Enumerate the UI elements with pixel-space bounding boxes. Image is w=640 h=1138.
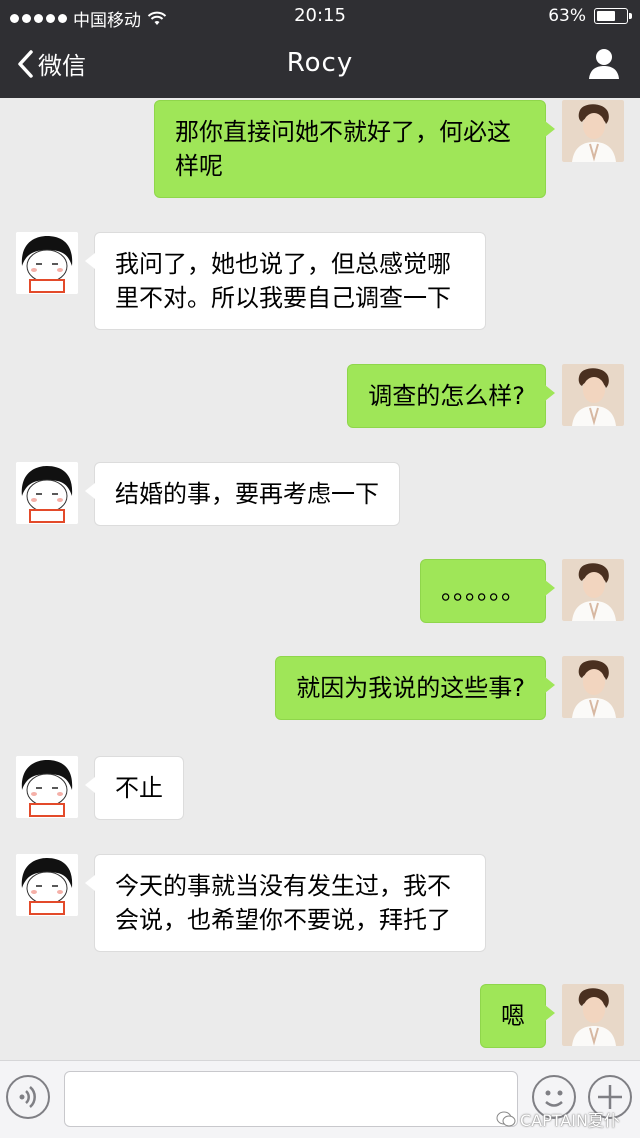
contact-avatar[interactable] [16,756,78,818]
status-time: 20:15 [294,5,346,26]
battery-icon [594,8,632,24]
message-incoming[interactable]: 我问了，她也说了，但总感觉哪里不对。所以我要自己调查一下 [16,232,486,330]
contact-avatar[interactable] [16,854,78,916]
message-bubble: 调查的怎么样? [347,364,555,428]
message-outgoing[interactable]: 就因为我说的这些事? [275,656,624,720]
voice-icon [19,1086,36,1108]
wechat-logo-icon [496,1111,516,1127]
my-avatar[interactable] [562,984,624,1046]
person-icon [589,49,619,79]
message-bubble: 不止 [85,756,184,820]
chat-title: Rocy [286,48,354,78]
message-outgoing[interactable]: 调查的怎么样? [347,364,624,428]
message-bubble: 今天的事就当没有发生过，我不会说，也希望你不要说，拜托了 [85,854,486,952]
status-bar: 中国移动 20:15 63% [0,0,640,32]
message-input[interactable] [64,1071,518,1127]
battery-fill [597,11,615,21]
profile-button[interactable] [586,46,622,82]
message-incoming[interactable]: 结婚的事，要再考虑一下 [16,462,400,526]
watermark-text: CAPTAIN夏仆 [520,1111,620,1130]
message-bubble: 结婚的事，要再考虑一下 [85,462,400,526]
contact-avatar[interactable] [16,462,78,524]
watermark: CAPTAIN夏仆 [496,1107,620,1131]
message-bubble: 我问了，她也说了，但总感觉哪里不对。所以我要自己调查一下 [85,232,486,330]
my-avatar[interactable] [562,656,624,718]
message-outgoing[interactable]: 那你直接问她不就好了，何必这样呢 [154,100,624,198]
my-avatar[interactable] [562,559,624,621]
message-bubble: 就因为我说的这些事? [275,656,555,720]
nav-bar: 微信 Rocy [0,32,640,98]
message-bubble: 嗯 [480,984,555,1048]
status-right: 63% [548,6,632,26]
message-incoming[interactable]: 不止 [16,756,184,820]
message-outgoing[interactable]: 嗯 [480,984,624,1048]
battery-percent: 63% [548,6,586,26]
message-bubble: 。。。。。。 [420,559,555,623]
message-bubble: 那你直接问她不就好了，何必这样呢 [154,100,555,198]
message-incoming[interactable]: 今天的事就当没有发生过，我不会说，也希望你不要说，拜托了 [16,854,486,952]
my-avatar[interactable] [562,364,624,426]
contact-avatar[interactable] [16,232,78,294]
my-avatar[interactable] [562,100,624,162]
input-bar: CAPTAIN夏仆 [0,1060,640,1138]
message-outgoing[interactable]: 。。。。。。 [420,559,624,623]
voice-button[interactable] [6,1075,50,1119]
chat-area[interactable]: 那你直接问她不就好了，何必这样呢 我问了，她也说了，但总感觉哪里不对。所以我要自… [0,98,640,1060]
